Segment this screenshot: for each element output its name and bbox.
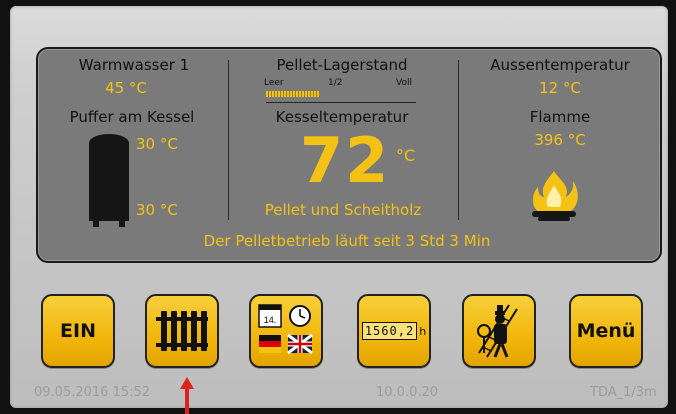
kessel-value: 72 bbox=[300, 124, 391, 197]
menu-button-label: Menü bbox=[576, 320, 636, 342]
chimney-sweep-icon bbox=[477, 304, 518, 358]
menu-button[interactable]: Menü bbox=[569, 294, 643, 368]
ein-button[interactable]: EIN bbox=[41, 294, 115, 368]
time-language-button[interactable]: 14. bbox=[249, 294, 323, 368]
warmwasser-label: Warmwasser 1 bbox=[78, 56, 190, 74]
pellet-level-fill bbox=[266, 91, 320, 97]
language-flags bbox=[259, 333, 313, 355]
clock-icon bbox=[289, 305, 311, 327]
hour-counter-button[interactable]: 1560,2 h bbox=[357, 294, 431, 368]
kessel-unit: °C bbox=[396, 146, 416, 165]
hour-counter-unit: h bbox=[419, 324, 427, 338]
pointer-arrow-icon bbox=[180, 377, 194, 414]
heating-button[interactable] bbox=[145, 294, 219, 368]
warmwasser-value: 45 °C bbox=[105, 79, 147, 97]
puffer-top-value: 30 °C bbox=[136, 135, 178, 153]
pellet-scale-voll: Voll bbox=[396, 78, 412, 88]
puffer-label: Puffer am Kessel bbox=[69, 108, 195, 126]
hour-counter-icon: 1560,2 h bbox=[361, 322, 427, 340]
aussen-label: Aussentemperatur bbox=[490, 56, 630, 74]
ein-button-label: EIN bbox=[60, 320, 96, 342]
pellet-lager-label: Pellet-Lagerstand bbox=[276, 56, 408, 74]
column-divider-right bbox=[458, 60, 459, 220]
pellet-scale-half: 1/2 bbox=[328, 78, 343, 88]
radiator-icon bbox=[156, 311, 208, 351]
buffer-tank-icon bbox=[89, 134, 129, 227]
status-text: Der Pelletbetrieb läuft seit 3 Std 3 Min bbox=[203, 232, 491, 250]
flame-icon bbox=[532, 171, 578, 221]
pellet-level-baseline bbox=[266, 102, 416, 103]
mode-text: Pellet und Scheitholz bbox=[264, 201, 422, 219]
calendar-icon: 14. bbox=[258, 304, 282, 328]
chimney-sweep-button[interactable] bbox=[462, 294, 536, 368]
puffer-bottom-value: 30 °C bbox=[136, 201, 178, 219]
flamme-value: 396 °C bbox=[534, 131, 586, 149]
footer-device: TDA_1/3m bbox=[590, 385, 657, 400]
flamme-label: Flamme bbox=[529, 108, 591, 126]
hour-counter-value: 1560,2 bbox=[361, 322, 418, 340]
column-divider-left bbox=[228, 60, 229, 220]
pellet-scale-leer: Leer bbox=[264, 78, 284, 88]
pellet-level-bar bbox=[266, 91, 416, 103]
footer-datetime: 09.05.2016 15:52 bbox=[34, 385, 151, 400]
footer-ip: 10.0.0.20 bbox=[376, 385, 439, 400]
calendar-day: 14. bbox=[264, 315, 277, 325]
time-language-graphic: 14. bbox=[258, 304, 313, 355]
aussen-value: 12 °C bbox=[539, 79, 581, 97]
